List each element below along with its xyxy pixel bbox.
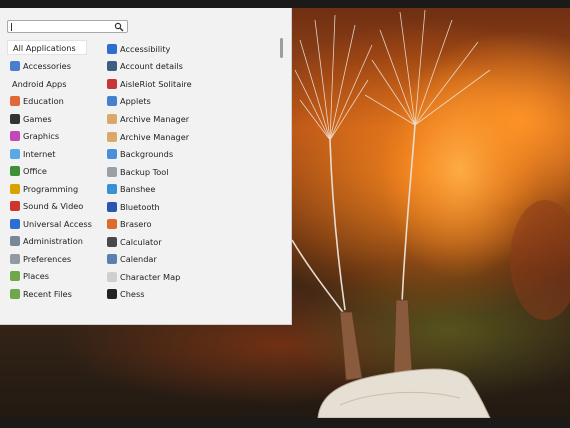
app-backup-tool[interactable]: Backup Tool <box>106 163 278 181</box>
app-label: Bluetooth <box>120 201 160 212</box>
category-label: Office <box>23 166 47 177</box>
app-label: Chess <box>120 289 145 300</box>
app-bluetooth[interactable]: Bluetooth <box>106 198 278 216</box>
app-archive-manager[interactable]: Archive Manager <box>106 128 278 146</box>
app-label: Archive Manager <box>120 131 190 142</box>
app-label: Calendar <box>120 254 157 265</box>
administration-icon <box>10 236 20 247</box>
universal-access-icon <box>10 218 20 229</box>
category-label: Programming <box>23 183 79 194</box>
category-label: Universal Access <box>23 218 92 229</box>
category-sound-video[interactable]: Sound & Video <box>7 198 87 216</box>
category-graphics[interactable]: Graphics <box>7 128 87 146</box>
app-label: Brasero <box>120 219 152 230</box>
search-box[interactable] <box>7 20 128 33</box>
category-label: Places <box>23 271 50 282</box>
category-accessories[interactable]: Accessories <box>7 58 87 76</box>
app-backgrounds[interactable]: Backgrounds <box>106 145 278 163</box>
app-banshee[interactable]: Banshee <box>106 180 278 198</box>
app-accessibility[interactable]: Accessibility <box>106 40 278 58</box>
category-office[interactable]: Office <box>7 163 87 181</box>
application-list: Accessibility Account details AisleRiot So… <box>106 40 278 303</box>
account-details-icon <box>107 61 117 72</box>
category-places[interactable]: Places <box>7 268 87 286</box>
category-label: Android Apps <box>12 78 67 89</box>
applets-icon <box>107 96 117 107</box>
accessories-icon <box>10 61 20 72</box>
category-label: Games <box>23 113 52 124</box>
category-internet[interactable]: Internet <box>7 145 87 163</box>
recent-files-icon <box>10 288 20 299</box>
app-label: Applets <box>120 96 151 107</box>
calculator-icon <box>107 236 117 247</box>
app-label: Banshee <box>120 184 156 195</box>
category-preferences[interactable]: Preferences <box>7 250 87 268</box>
character-map-icon <box>107 271 117 282</box>
places-icon <box>10 271 20 282</box>
archive-manager-icon <box>107 131 117 142</box>
app-label: Archive Manager <box>120 113 190 124</box>
games-icon <box>10 113 20 124</box>
app-label: Character Map <box>120 271 181 282</box>
app-label: Calculator <box>120 236 162 247</box>
graphics-icon <box>10 131 20 142</box>
brasero-icon <box>107 219 117 230</box>
bluetooth-icon <box>107 201 117 212</box>
category-programming[interactable]: Programming <box>7 180 87 198</box>
category-all-applications[interactable]: All Applications <box>7 40 87 55</box>
backup-tool-icon <box>107 166 117 177</box>
app-label: Backgrounds <box>120 149 174 160</box>
app-applets[interactable]: Applets <box>106 93 278 111</box>
education-icon <box>10 96 20 107</box>
app-label: AisleRiot Solitaire <box>120 78 192 89</box>
sound-video-icon <box>10 201 20 212</box>
app-label: Account details <box>120 61 183 72</box>
search-input[interactable] <box>14 22 114 32</box>
text-cursor <box>11 23 12 31</box>
programming-icon <box>10 183 20 194</box>
internet-icon <box>10 148 20 159</box>
app-brasero[interactable]: Brasero <box>106 215 278 233</box>
backgrounds-icon <box>107 149 117 160</box>
category-label: Recent Files <box>23 288 72 299</box>
category-label: All Applications <box>13 42 76 53</box>
category-label: Accessories <box>23 61 71 72</box>
app-character-map[interactable]: Character Map <box>106 268 278 286</box>
category-games[interactable]: Games <box>7 110 87 128</box>
category-education[interactable]: Education <box>7 93 87 111</box>
app-archive-manager[interactable]: Archive Manager <box>106 110 278 128</box>
bottom-panel <box>0 418 570 428</box>
app-aisleriot-solitaire[interactable]: AisleRiot Solitaire <box>106 75 278 93</box>
application-menu: All Applications Accessories Android Apps E… <box>0 8 292 325</box>
app-label: Backup Tool <box>120 166 169 177</box>
category-label: Graphics <box>23 131 60 142</box>
search-icon[interactable] <box>114 22 124 32</box>
category-list: All Applications Accessories Android Apps E… <box>7 40 92 303</box>
category-universal-access[interactable]: Universal Access <box>7 215 92 233</box>
category-administration[interactable]: Administration <box>7 233 87 251</box>
app-label: Accessibility <box>120 43 171 54</box>
category-label: Administration <box>23 236 83 247</box>
app-list-scrollbar[interactable] <box>280 38 283 58</box>
category-android-apps[interactable]: Android Apps <box>7 75 87 93</box>
category-label: Preferences <box>23 253 72 264</box>
chess-icon <box>107 289 117 300</box>
app-calculator[interactable]: Calculator <box>106 233 278 251</box>
archive-manager-icon <box>107 113 117 124</box>
category-label: Education <box>23 96 64 107</box>
category-label: Sound & Video <box>23 201 84 212</box>
app-account-details[interactable]: Account details <box>106 58 278 76</box>
category-label: Internet <box>23 148 56 159</box>
category-recent-files[interactable]: Recent Files <box>7 285 87 303</box>
solitaire-icon <box>107 78 117 89</box>
calendar-icon <box>107 254 117 265</box>
accessibility-icon <box>107 43 117 54</box>
app-chess[interactable]: Chess <box>106 286 278 304</box>
app-calendar[interactable]: Calendar <box>106 251 278 269</box>
office-icon <box>10 166 20 177</box>
banshee-icon <box>107 184 117 195</box>
preferences-icon <box>10 253 20 264</box>
